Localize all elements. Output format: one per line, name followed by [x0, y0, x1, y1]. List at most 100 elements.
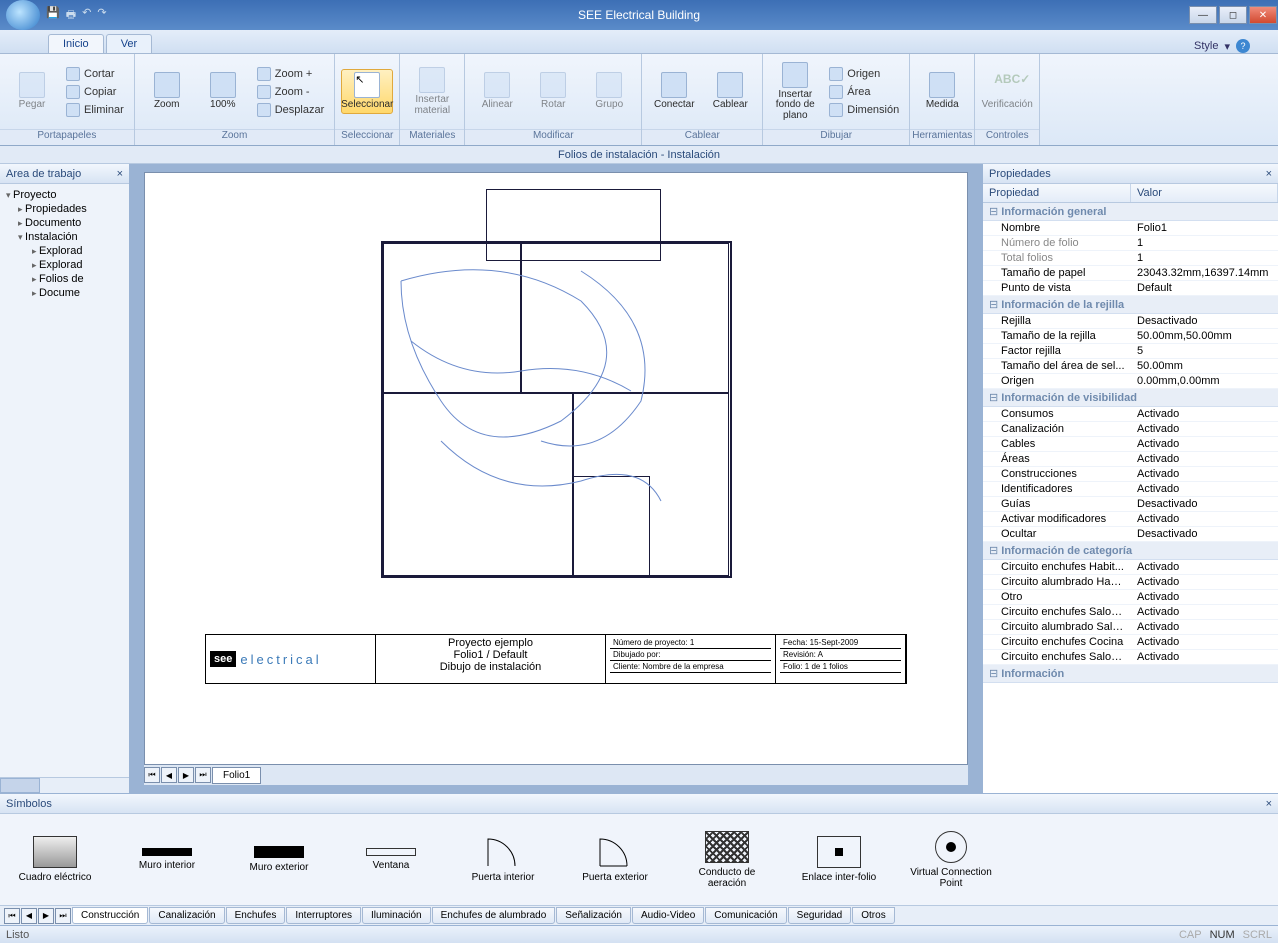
prop-papel[interactable]: Tamaño de papel23043.32mm,16397.14mm: [983, 266, 1278, 281]
prop-tamsel[interactable]: Tamaño del área de sel...50.00mm: [983, 359, 1278, 374]
minimize-button[interactable]: —: [1189, 6, 1217, 24]
insertar-fondo-button[interactable]: Insertar fondo de plano: [769, 59, 821, 125]
prop-casal[interactable]: Circuito alumbrado Salo...Activado: [983, 620, 1278, 635]
tree-folios[interactable]: Folios de: [2, 272, 127, 286]
symtab-prev[interactable]: ◀: [21, 908, 37, 924]
desplazar-button[interactable]: Desplazar: [253, 102, 329, 118]
tree-propiedades[interactable]: Propiedades: [2, 202, 127, 216]
maximize-button[interactable]: ◻: [1219, 6, 1247, 24]
folio-next-button[interactable]: ▶: [178, 767, 194, 783]
prop-ocultar[interactable]: OcultarDesactivado: [983, 527, 1278, 542]
symtab-comunicacion[interactable]: Comunicación: [705, 907, 786, 924]
symtab-otros[interactable]: Otros: [852, 907, 894, 924]
section-info[interactable]: Información: [983, 665, 1278, 683]
symtab-construccion[interactable]: Construcción: [72, 907, 148, 924]
prop-factor[interactable]: Factor rejilla5: [983, 344, 1278, 359]
prop-cahab[interactable]: Circuito alumbrado Habi...Activado: [983, 575, 1278, 590]
section-general[interactable]: Información general: [983, 203, 1278, 221]
prop-tamrej[interactable]: Tamaño de la rejilla50.00mm,50.00mm: [983, 329, 1278, 344]
symtab-iluminacion[interactable]: Iluminación: [362, 907, 431, 924]
prop-cesal[interactable]: Circuito enchufes Salon...Activado: [983, 650, 1278, 665]
origen-button[interactable]: Origen: [825, 66, 903, 82]
section-rejilla[interactable]: Información de la rejilla: [983, 296, 1278, 314]
qat-save-icon[interactable]: 💾: [46, 6, 60, 25]
folio-tab[interactable]: Folio1: [212, 767, 261, 784]
prop-otro[interactable]: OtroActivado: [983, 590, 1278, 605]
tree-documentos[interactable]: Documento: [2, 216, 127, 230]
tree-explorad1[interactable]: Explorad: [2, 244, 127, 258]
alinear-button[interactable]: Alinear: [471, 69, 523, 114]
prop-activmod[interactable]: Activar modificadoresActivado: [983, 512, 1278, 527]
sym-vcp[interactable]: Virtual Connection Point: [906, 831, 996, 889]
qat-redo-icon[interactable]: ↷: [97, 6, 106, 25]
cortar-button[interactable]: Cortar: [62, 66, 128, 82]
insertar-material-button[interactable]: Insertar material: [406, 64, 458, 119]
prop-guias[interactable]: GuíasDesactivado: [983, 497, 1278, 512]
sym-puerta-exterior[interactable]: Puerta exterior: [570, 836, 660, 883]
properties-body[interactable]: Información general NombreFolio1 Número …: [983, 203, 1278, 793]
folio-first-button[interactable]: ⏮: [144, 767, 160, 783]
sym-muro-exterior[interactable]: Muro exterior: [234, 846, 324, 873]
prop-consumos[interactable]: ConsumosActivado: [983, 407, 1278, 422]
symbols-close-icon[interactable]: ×: [1266, 798, 1272, 810]
tree-explorad2[interactable]: Explorad: [2, 258, 127, 272]
symtab-next[interactable]: ▶: [38, 908, 54, 924]
sym-puerta-interior[interactable]: Puerta interior: [458, 836, 548, 883]
prop-cables[interactable]: CablesActivado: [983, 437, 1278, 452]
zoomminus-button[interactable]: Zoom -: [253, 84, 329, 100]
tab-inicio[interactable]: Inicio: [48, 34, 104, 53]
copiar-button[interactable]: Copiar: [62, 84, 128, 100]
zoom-button[interactable]: Zoom: [141, 69, 193, 114]
app-orb-button[interactable]: [6, 0, 40, 30]
workarea-close-icon[interactable]: ×: [117, 168, 123, 180]
prop-punto[interactable]: Punto de vistaDefault: [983, 281, 1278, 296]
sym-cuadro[interactable]: Cuadro eléctrico: [10, 836, 100, 883]
prop-constr[interactable]: ConstruccionesActivado: [983, 467, 1278, 482]
prop-cehab[interactable]: Circuito enchufes Habit...Activado: [983, 560, 1278, 575]
dimension-button[interactable]: Dimensión: [825, 102, 903, 118]
prop-ident[interactable]: IdentificadoresActivado: [983, 482, 1278, 497]
symtab-interruptores[interactable]: Interruptores: [286, 907, 361, 924]
pegar-button[interactable]: Pegar: [6, 69, 58, 114]
symtab-seguridad[interactable]: Seguridad: [788, 907, 852, 924]
eliminar-button[interactable]: Eliminar: [62, 102, 128, 118]
conectar-button[interactable]: Conectar: [648, 69, 700, 114]
prop-canal[interactable]: CanalizaciónActivado: [983, 422, 1278, 437]
cablear-button[interactable]: Cablear: [704, 69, 756, 114]
sym-muro-interior[interactable]: Muro interior: [122, 848, 212, 871]
tree-proyecto[interactable]: Proyecto: [2, 188, 127, 202]
sym-enlace[interactable]: Enlace inter-folio: [794, 836, 884, 883]
section-visibilidad[interactable]: Información de visibilidad: [983, 389, 1278, 407]
symtab-audiovideo[interactable]: Audio-Video: [632, 907, 704, 924]
seleccionar-button[interactable]: ↖Seleccionar: [341, 69, 393, 114]
prop-ces1[interactable]: Circuito enchufes Salon 1Activado: [983, 605, 1278, 620]
workarea-hscroll[interactable]: [0, 777, 129, 793]
medida-button[interactable]: Medida: [916, 69, 968, 114]
sym-ventana[interactable]: Ventana: [346, 848, 436, 871]
symtab-senalizacion[interactable]: Señalización: [556, 907, 631, 924]
tab-ver[interactable]: Ver: [106, 34, 153, 53]
help-icon[interactable]: ?: [1236, 39, 1250, 53]
prop-nombre[interactable]: NombreFolio1: [983, 221, 1278, 236]
close-button[interactable]: ✕: [1249, 6, 1277, 24]
style-menu[interactable]: Style ▾ ?: [1194, 39, 1278, 53]
folio-last-button[interactable]: ⏭: [195, 767, 211, 783]
drawing-canvas[interactable]: seeelectrical Proyecto ejemplo Folio1 / …: [144, 172, 968, 765]
prop-origen[interactable]: Origen0.00mm,0.00mm: [983, 374, 1278, 389]
properties-close-icon[interactable]: ×: [1266, 168, 1272, 180]
qat-undo-icon[interactable]: ↶: [82, 6, 91, 25]
tree-docume[interactable]: Docume: [2, 286, 127, 300]
prop-rejilla[interactable]: RejillaDesactivado: [983, 314, 1278, 329]
folio-prev-button[interactable]: ◀: [161, 767, 177, 783]
symtab-enchufes[interactable]: Enchufes: [226, 907, 286, 924]
section-categoria[interactable]: Información de categoría: [983, 542, 1278, 560]
symtab-enchalum[interactable]: Enchufes de alumbrado: [432, 907, 556, 924]
rotar-button[interactable]: Rotar: [527, 69, 579, 114]
prop-areas[interactable]: ÁreasActivado: [983, 452, 1278, 467]
zoom100-button[interactable]: 100%: [197, 69, 249, 114]
area-button[interactable]: Área: [825, 84, 903, 100]
verificacion-button[interactable]: ABC✓Verificación: [981, 69, 1033, 114]
symtab-first[interactable]: ⏮: [4, 908, 20, 924]
tree-instalacion[interactable]: Instalación: [2, 230, 127, 244]
symtab-canalizacion[interactable]: Canalización: [149, 907, 224, 924]
